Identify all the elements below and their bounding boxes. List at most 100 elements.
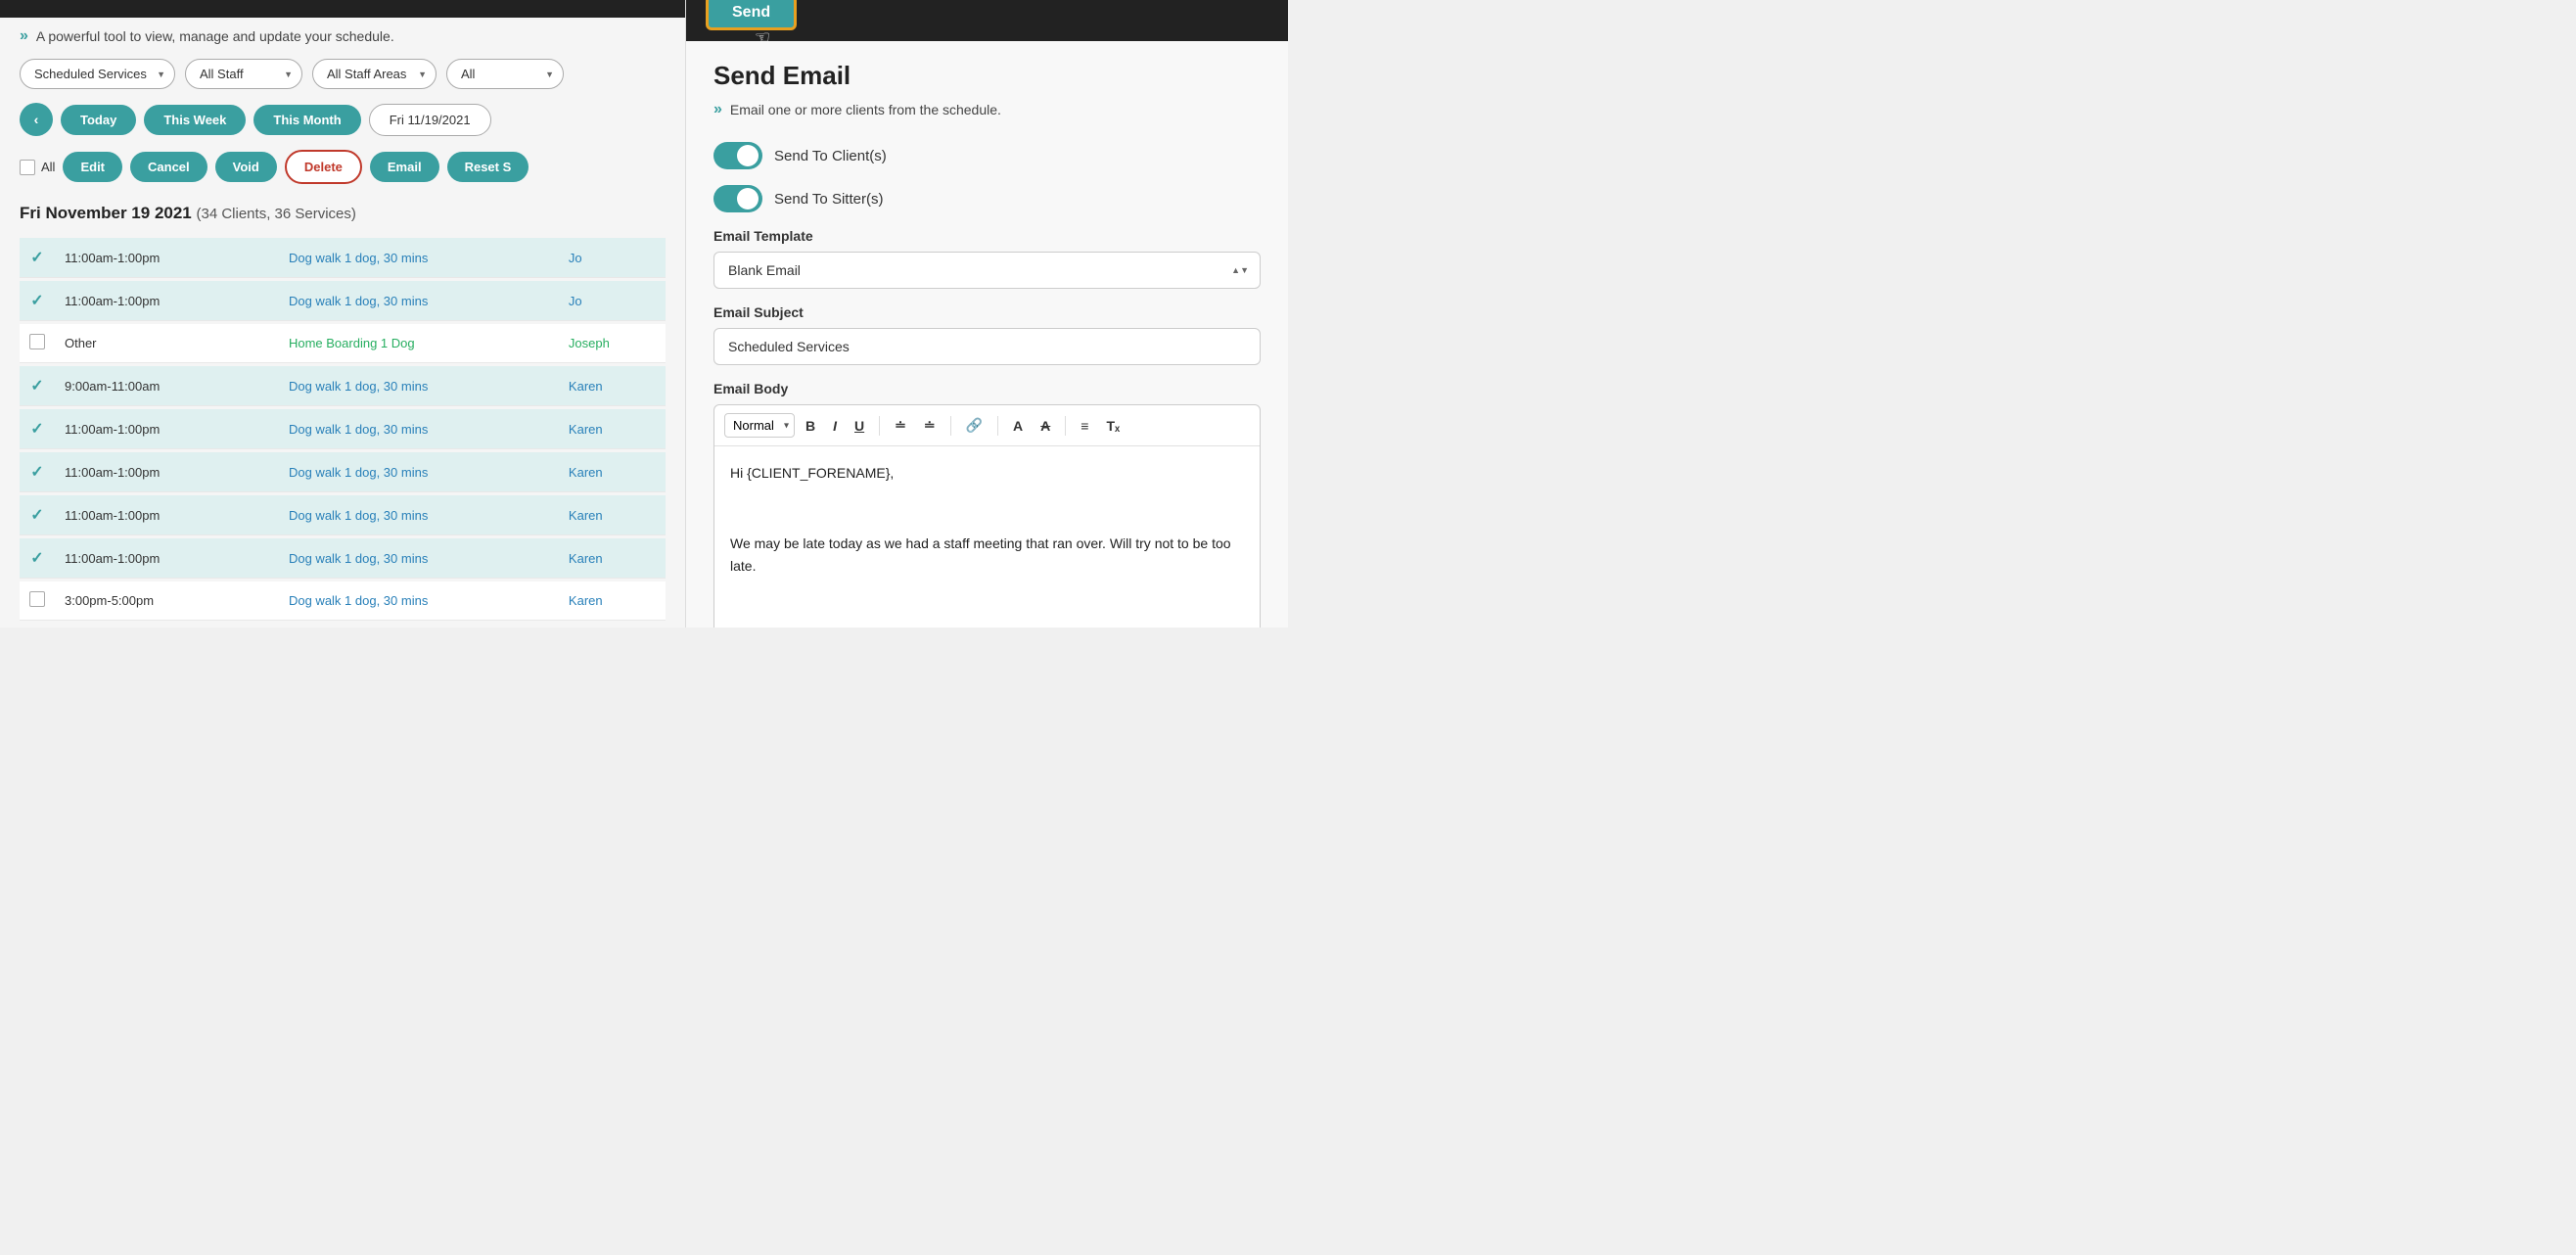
text-color-button[interactable]: A	[1006, 414, 1030, 438]
format-select-wrapper[interactable]: Normal	[724, 413, 795, 438]
nav-row: ‹ Today This Week This Month Fri 11/19/2…	[20, 103, 666, 136]
staff-link[interactable]: Karen	[569, 422, 603, 437]
all-label: All	[41, 160, 55, 174]
row-time: 11:00am-1:00pm	[55, 495, 279, 535]
toolbar-divider-2	[950, 416, 951, 436]
tagline-text: A powerful tool to view, manage and upda…	[36, 28, 394, 44]
email-subject-input[interactable]	[713, 328, 1261, 365]
void-button[interactable]: Void	[215, 152, 277, 182]
row-service[interactable]: Dog walk 1 dog, 30 mins	[279, 281, 559, 321]
row-checkbox-checked[interactable]: ✓	[30, 507, 43, 524]
delete-button[interactable]: Delete	[285, 150, 362, 184]
email-button[interactable]: Email	[370, 152, 439, 182]
service-link[interactable]: Dog walk 1 dog, 30 mins	[289, 508, 428, 523]
staff-link[interactable]: Jo	[569, 294, 582, 308]
service-type-filter[interactable]: Scheduled Services	[20, 59, 175, 89]
underline-button[interactable]: U	[848, 414, 871, 438]
row-checkbox-checked[interactable]: ✓	[30, 293, 43, 309]
this-month-button[interactable]: This Month	[253, 105, 360, 135]
email-body-label: Email Body	[713, 381, 1261, 396]
service-type-select[interactable]: Scheduled Services	[20, 59, 175, 89]
send-button[interactable]: Send	[706, 0, 797, 30]
email-body-container: Normal B I U ≐ ≐ 🔗 A A ≡ Tₓ Hi {CLIENT_F…	[713, 404, 1261, 628]
row-checkbox[interactable]	[29, 334, 45, 349]
row-service[interactable]: Dog walk 1 dog, 30 mins	[279, 366, 559, 406]
row-staff[interactable]: Karen	[559, 366, 666, 406]
edit-button[interactable]: Edit	[63, 152, 122, 182]
row-staff[interactable]: Karen	[559, 538, 666, 579]
unordered-list-button[interactable]: ≐	[917, 413, 943, 438]
service-link[interactable]: Dog walk 1 dog, 30 mins	[289, 465, 428, 480]
row-time: 11:00am-1:00pm	[55, 409, 279, 449]
fourth-filter[interactable]: All	[446, 59, 564, 89]
row-staff[interactable]: Karen	[559, 452, 666, 492]
ordered-list-button[interactable]: ≐	[888, 413, 913, 438]
row-checkbox-checked[interactable]: ✓	[30, 421, 43, 438]
row-checkbox-checked[interactable]: ✓	[30, 378, 43, 395]
reset-button[interactable]: Reset S	[447, 152, 529, 182]
this-week-button[interactable]: This Week	[144, 105, 246, 135]
row-checkbox-checked[interactable]: ✓	[30, 550, 43, 567]
template-select-wrapper[interactable]: Blank Email	[713, 252, 1261, 289]
row-service[interactable]: Dog walk 1 dog, 30 mins	[279, 538, 559, 579]
tagline-arrows-icon: »	[20, 27, 28, 45]
row-service[interactable]: Dog walk 1 dog, 30 mins	[279, 452, 559, 492]
row-staff[interactable]: Joseph	[559, 324, 666, 363]
fourth-select[interactable]: All	[446, 59, 564, 89]
row-checkbox-checked[interactable]: ✓	[30, 250, 43, 266]
staff-link[interactable]: Jo	[569, 251, 582, 265]
today-button[interactable]: Today	[61, 105, 136, 135]
staff-link[interactable]: Karen	[569, 508, 603, 523]
row-time: 9:00am-11:00am	[55, 366, 279, 406]
staff-link[interactable]: Karen	[569, 551, 603, 566]
panel-subtitle: » Email one or more clients from the sch…	[713, 101, 1261, 118]
row-time: 11:00am-1:00pm	[55, 281, 279, 321]
date-button[interactable]: Fri 11/19/2021	[369, 104, 491, 136]
italic-button[interactable]: I	[826, 414, 844, 438]
service-link[interactable]: Dog walk 1 dog, 30 mins	[289, 294, 428, 308]
prev-button[interactable]: ‹	[20, 103, 53, 136]
row-service[interactable]: Home Boarding 1 Dog	[279, 324, 559, 363]
row-service[interactable]: Dog walk 1 dog, 30 mins	[279, 495, 559, 535]
highlight-button[interactable]: A	[1034, 414, 1057, 438]
service-link[interactable]: Dog walk 1 dog, 30 mins	[289, 593, 428, 608]
format-select[interactable]: Normal	[724, 413, 795, 438]
staff-filter[interactable]: All Staff	[185, 59, 302, 89]
service-link[interactable]: Home Boarding 1 Dog	[289, 336, 415, 350]
service-link[interactable]: Dog walk 1 dog, 30 mins	[289, 551, 428, 566]
staff-link[interactable]: Joseph	[569, 336, 610, 350]
link-button[interactable]: 🔗	[959, 413, 989, 438]
row-staff[interactable]: Jo	[559, 281, 666, 321]
table-row: ✓11:00am-1:00pmDog walk 1 dog, 30 minsJo	[20, 238, 666, 278]
row-service[interactable]: Dog walk 1 dog, 30 mins	[279, 409, 559, 449]
panel-subtitle-text: Email one or more clients from the sched…	[730, 102, 1001, 117]
service-link[interactable]: Dog walk 1 dog, 30 mins	[289, 379, 428, 394]
row-checkbox-checked[interactable]: ✓	[30, 464, 43, 481]
service-link[interactable]: Dog walk 1 dog, 30 mins	[289, 251, 428, 265]
areas-select[interactable]: All Staff Areas	[312, 59, 437, 89]
send-to-clients-toggle[interactable]	[713, 142, 762, 169]
toolbar-divider-1	[879, 416, 880, 436]
cancel-button[interactable]: Cancel	[130, 152, 207, 182]
staff-link[interactable]: Karen	[569, 593, 603, 608]
row-service[interactable]: Dog walk 1 dog, 30 mins	[279, 238, 559, 278]
email-body-text[interactable]: Hi {CLIENT_FORENAME}, We may be late tod…	[714, 446, 1260, 628]
row-staff[interactable]: Karen	[559, 409, 666, 449]
bold-button[interactable]: B	[799, 414, 822, 438]
clear-format-button[interactable]: Tₓ	[1099, 414, 1127, 438]
row-service[interactable]: Dog walk 1 dog, 30 mins	[279, 581, 559, 621]
send-to-sitters-toggle[interactable]	[713, 185, 762, 212]
row-staff[interactable]: Jo	[559, 238, 666, 278]
staff-link[interactable]: Karen	[569, 379, 603, 394]
service-link[interactable]: Dog walk 1 dog, 30 mins	[289, 422, 428, 437]
template-select[interactable]: Blank Email	[713, 252, 1261, 289]
all-checkbox[interactable]	[20, 160, 35, 175]
align-button[interactable]: ≡	[1074, 414, 1095, 438]
row-staff[interactable]: Karen	[559, 581, 666, 621]
staff-select[interactable]: All Staff	[185, 59, 302, 89]
areas-filter[interactable]: All Staff Areas	[312, 59, 437, 89]
row-time: Other	[55, 324, 279, 363]
row-checkbox[interactable]	[29, 591, 45, 607]
row-staff[interactable]: Karen	[559, 495, 666, 535]
staff-link[interactable]: Karen	[569, 465, 603, 480]
